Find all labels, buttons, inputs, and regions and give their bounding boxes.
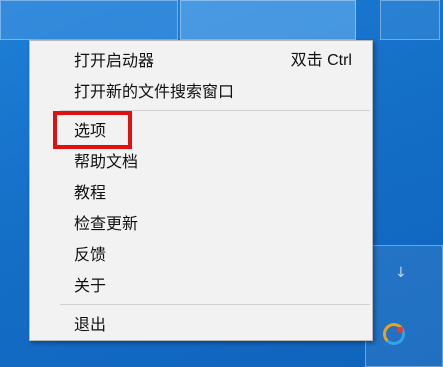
menu-item-shortcut: 双击 Ctrl xyxy=(290,52,352,69)
menu-item-exit[interactable]: 退出 xyxy=(30,309,372,340)
menu-item-label: 打开新的文件搜索窗口 xyxy=(74,82,235,101)
tray-overflow-arrow-icon[interactable]: ↓ xyxy=(395,265,407,281)
menu-item-feedback[interactable]: 反馈 xyxy=(30,239,372,270)
start-tile xyxy=(380,0,440,40)
menu-separator xyxy=(60,304,370,305)
menu-item-help-docs[interactable]: 帮助文档 xyxy=(30,146,372,177)
context-menu: 打开启动器 双击 Ctrl 打开新的文件搜索窗口 选项 帮助文档 教程 检查更新… xyxy=(29,40,373,341)
menu-item-label: 教程 xyxy=(74,183,107,202)
menu-item-label: 退出 xyxy=(74,315,107,334)
tray-overflow-panel xyxy=(365,245,443,367)
menu-item-label: 反馈 xyxy=(74,245,107,264)
start-tile xyxy=(180,0,356,40)
menu-item-label: 帮助文档 xyxy=(74,152,139,171)
menu-item-label: 检查更新 xyxy=(74,214,139,233)
menu-item-label: 打开启动器 xyxy=(74,51,155,70)
notification-dot-icon xyxy=(397,327,403,333)
highlight-annotation-box xyxy=(53,111,132,149)
launcher-tray-icon[interactable] xyxy=(383,323,405,345)
menu-item-about[interactable]: 关于 xyxy=(30,270,372,301)
menu-item-open-launcher[interactable]: 打开启动器 双击 Ctrl xyxy=(30,45,372,76)
menu-item-check-updates[interactable]: 检查更新 xyxy=(30,208,372,239)
start-tile xyxy=(0,0,178,40)
menu-item-tutorial[interactable]: 教程 xyxy=(30,177,372,208)
menu-item-label: 关于 xyxy=(74,276,107,295)
menu-item-open-file-search[interactable]: 打开新的文件搜索窗口 xyxy=(30,76,372,107)
